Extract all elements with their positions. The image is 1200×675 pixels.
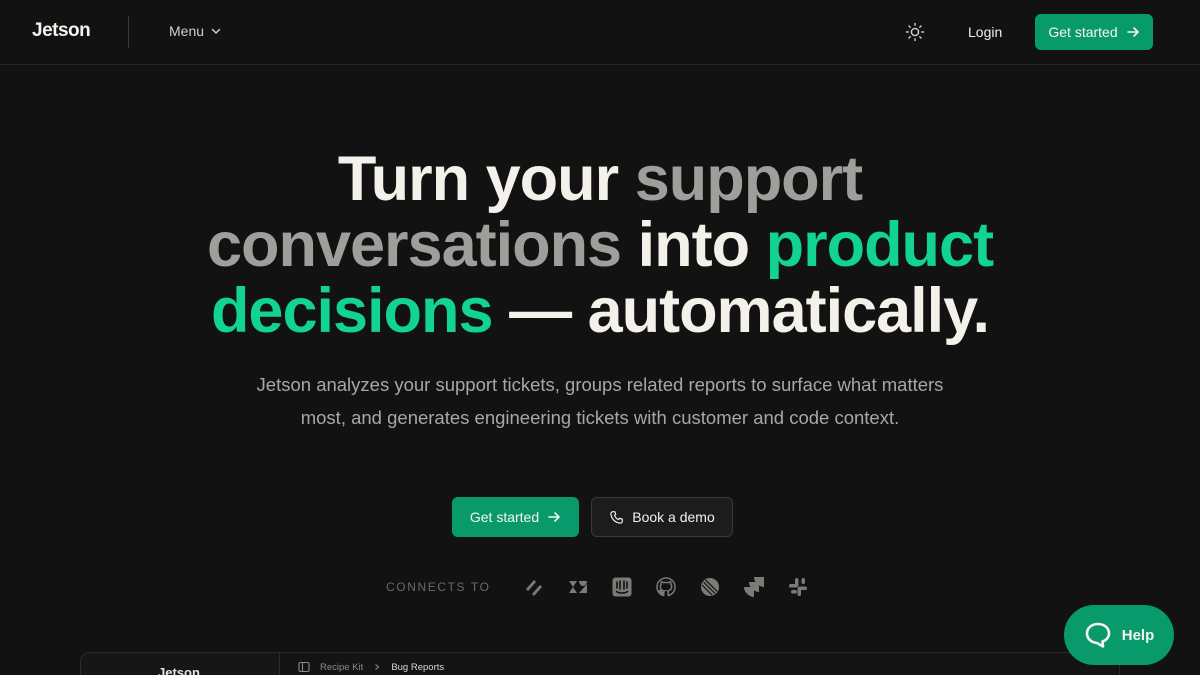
top-nav: Jetson Menu Login Get started [0,0,1200,65]
linear-icon [700,578,719,596]
arrow-right-icon [1126,27,1139,37]
nav-divider [128,16,129,48]
sun-icon[interactable] [905,22,925,42]
headline-line-2: conversations into product [206,210,994,280]
logo[interactable]: Jetson [32,20,91,42]
headline-line-1: Turn your support [337,144,863,214]
integration-logos [523,576,809,598]
arrow-right-icon [548,512,560,522]
chat-bubble-icon [1085,622,1111,648]
app-preview: Jetson Recipe Kit Bug Reports [80,652,1120,675]
get-started-label: Get started [469,509,540,525]
connects-to-label: CONNECTS TO [386,580,491,594]
book-demo-label: Book a demo [632,509,715,525]
headline-line-3: decisions — automatically. [210,276,990,346]
chevron-right-icon [375,664,380,670]
hero-headline: Turn your support conversations into pro… [0,146,1200,344]
hero-subtitle: Jetson analyzes your support tickets, gr… [256,374,944,428]
menu-label: Menu [169,23,205,39]
preview-logo: Jetson [158,665,200,675]
preview-sidebar: Jetson [81,653,280,675]
help-label: Help [1121,626,1155,644]
zendesk-icon [568,581,587,593]
slack-icon [788,578,807,596]
chevron-down-icon [211,28,221,34]
integrations-row: CONNECTS TO [386,576,809,598]
hero-cta-group: Get started Book a demo [452,497,733,537]
jira-icon [743,577,764,597]
sidebar-toggle-icon[interactable] [298,661,310,673]
breadcrumb-parent[interactable]: Recipe Kit [320,662,363,673]
book-demo-button[interactable]: Book a demo [591,497,733,537]
breadcrumb: Recipe Kit Bug Reports [298,661,444,673]
intercom-icon [612,577,632,597]
breadcrumb-current: Bug Reports [391,661,445,673]
menu-button[interactable]: Menu [169,23,222,39]
login-link[interactable]: Login [968,24,1002,40]
get-started-label: Get started [1048,24,1118,40]
phone-icon [610,510,624,524]
get-started-nav-button[interactable]: Get started [1035,14,1153,50]
help-button[interactable]: Help [1064,605,1174,665]
get-started-button[interactable]: Get started [452,497,579,537]
github-icon [655,577,676,597]
zendesk-alt-icon [525,580,542,596]
